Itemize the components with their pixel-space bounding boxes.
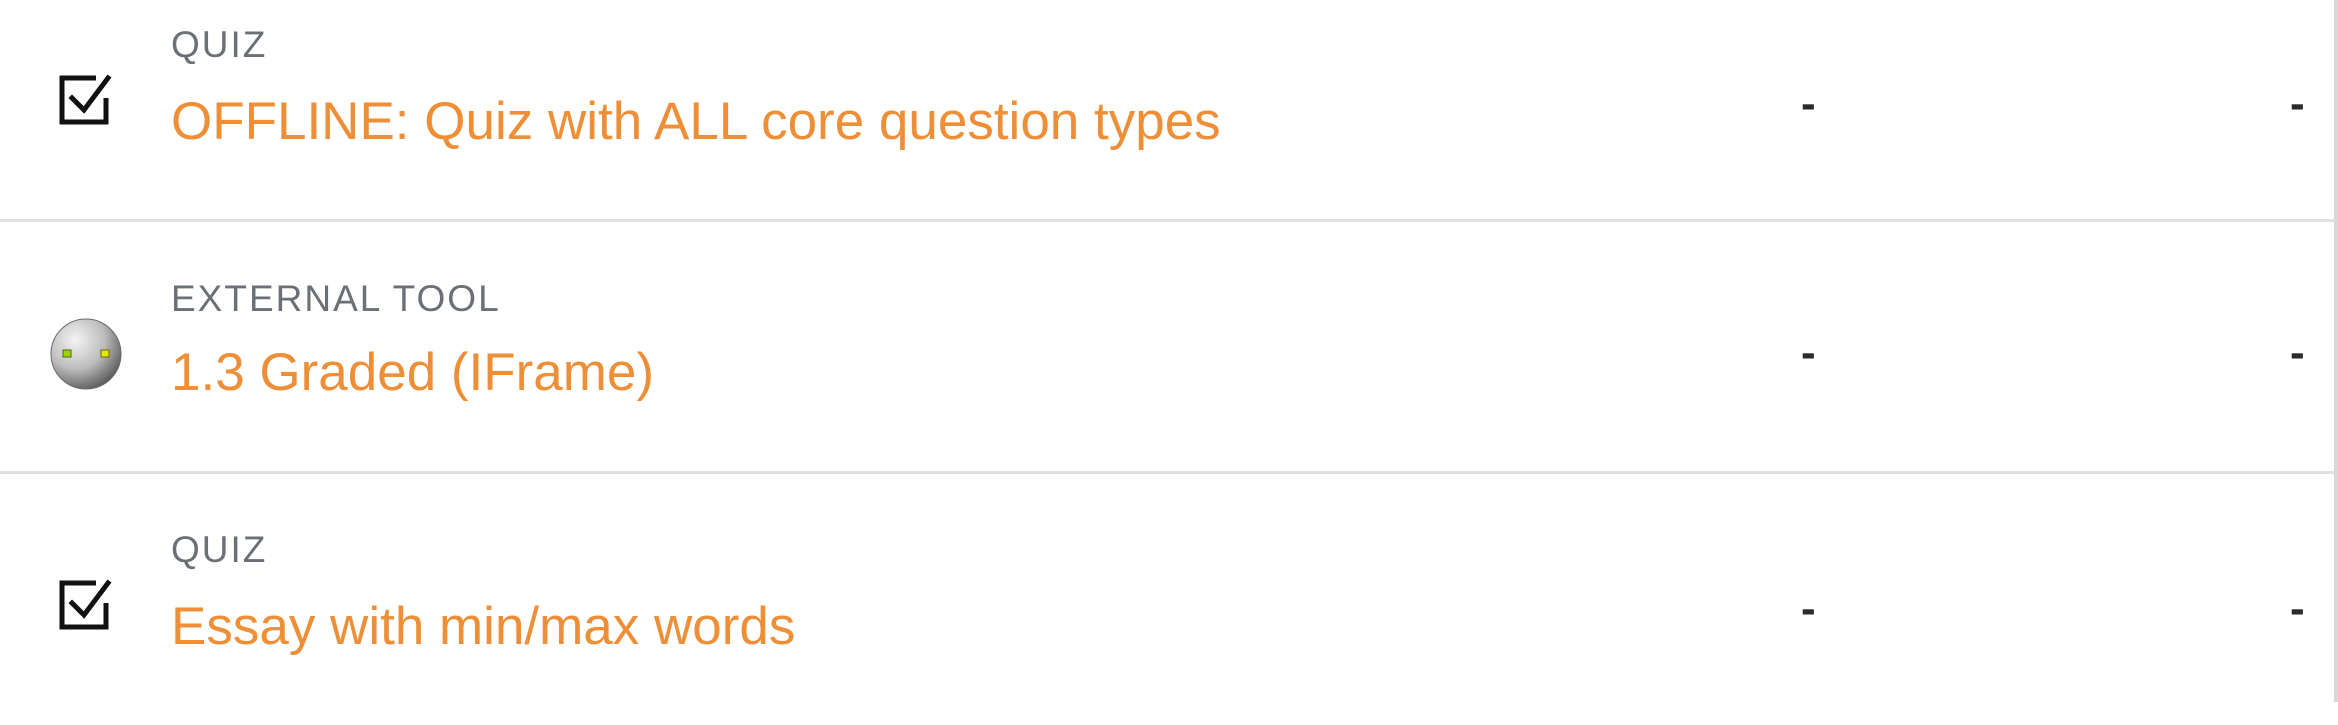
- item-title-link[interactable]: OFFLINE: Quiz with ALL core question typ…: [171, 91, 1221, 152]
- list-item[interactable]: QUIZ Essay with min/max words - -: [0, 473, 2338, 725]
- quiz-checkbox-icon: [56, 575, 116, 635]
- quiz-checkbox-icon: [56, 70, 116, 130]
- list-item[interactable]: QUIZ OFFLINE: Quiz with ALL core questio…: [0, 0, 2338, 220]
- item-title-link[interactable]: Essay with min/max words: [171, 596, 795, 657]
- scrollbar[interactable]: [2334, 0, 2338, 702]
- item-value-2: -: [2290, 328, 2305, 377]
- item-title-link[interactable]: 1.3 Graded (IFrame): [171, 342, 654, 403]
- item-value-2: -: [2290, 584, 2305, 633]
- activity-list: QUIZ OFFLINE: Quiz with ALL core questio…: [0, 0, 2338, 702]
- external-tool-robot-icon: [48, 316, 124, 392]
- item-type-label: EXTERNAL TOOL: [171, 278, 501, 319]
- item-value-2: -: [2290, 79, 2305, 128]
- item-type-label: QUIZ: [171, 529, 268, 570]
- item-type-label: QUIZ: [171, 24, 268, 65]
- item-value-1: -: [1801, 328, 1816, 377]
- list-item[interactable]: EXTERNAL TOOL 1.3 Graded (IFrame) - -: [0, 221, 2338, 473]
- item-value-1: -: [1801, 79, 1816, 128]
- item-value-1: -: [1801, 584, 1816, 633]
